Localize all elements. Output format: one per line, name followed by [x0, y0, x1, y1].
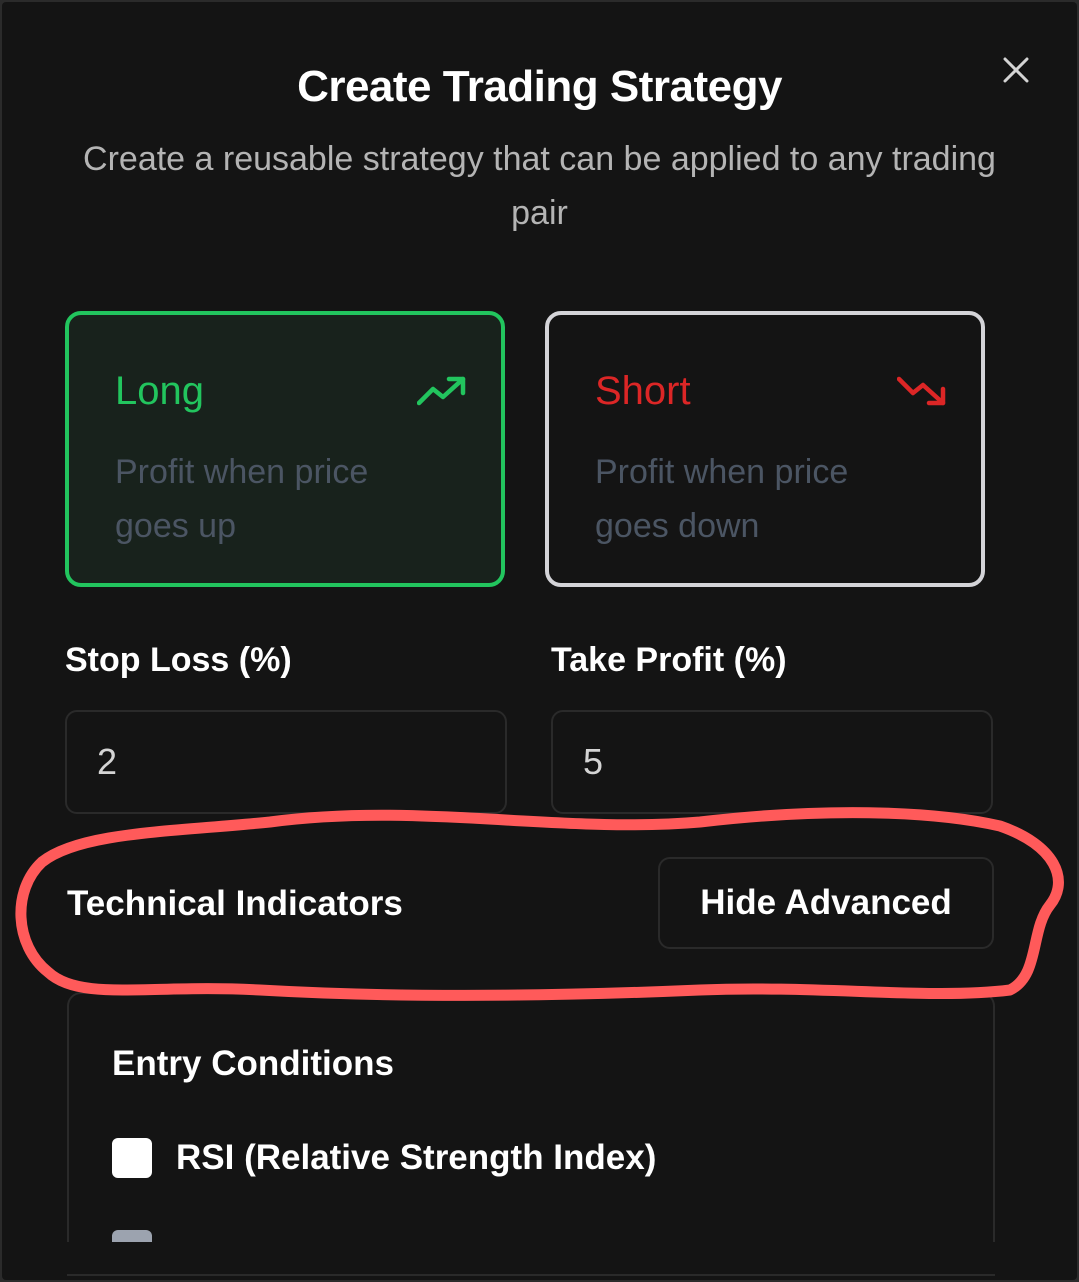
technical-indicators-heading: Technical Indicators	[67, 884, 403, 923]
hide-advanced-button[interactable]: Hide Advanced	[658, 857, 994, 949]
divider	[67, 1274, 995, 1276]
next-indicator-row[interactable]	[112, 1230, 176, 1242]
trending-down-icon	[897, 376, 946, 406]
create-strategy-dialog: Create Trading Strategy Create a reusabl…	[2, 2, 1077, 1280]
short-title: Short	[595, 369, 691, 413]
dialog-subtitle: Create a reusable strategy that can be a…	[83, 140, 996, 232]
entry-conditions-heading: Entry Conditions	[112, 1044, 394, 1083]
rsi-checkbox-row[interactable]: RSI (Relative Strength Index)	[112, 1136, 656, 1180]
take-profit-input[interactable]	[551, 710, 993, 814]
next-indicator-checkbox[interactable]	[112, 1230, 152, 1242]
long-description: Profit when price goes up	[115, 453, 369, 545]
take-profit-label: Take Profit (%)	[551, 641, 787, 679]
dialog-title: Create Trading Strategy	[297, 62, 782, 111]
stop-loss-input[interactable]	[65, 710, 507, 814]
long-title: Long	[115, 369, 204, 413]
rsi-label: RSI (Relative Strength Index)	[176, 1138, 657, 1177]
short-description: Profit when price goes down	[595, 453, 849, 545]
long-option-card[interactable]: Long Profit when price goes up	[65, 311, 505, 587]
short-option-card[interactable]: Short Profit when price goes down	[545, 311, 985, 587]
stop-loss-label: Stop Loss (%)	[65, 641, 292, 679]
advanced-indicators-panel: Entry Conditions RSI (Relative Strength …	[67, 992, 995, 1242]
trending-up-icon	[417, 376, 466, 406]
rsi-checkbox[interactable]	[112, 1138, 152, 1178]
